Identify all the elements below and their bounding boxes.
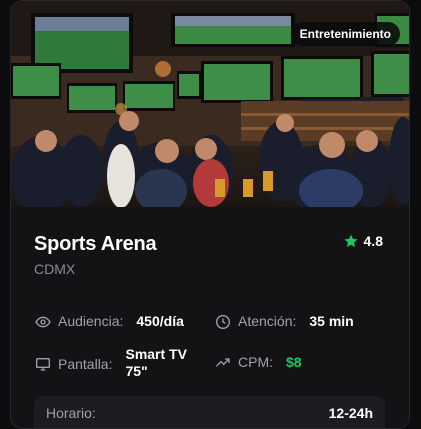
stat-audience: Audiencia: 450/día: [35, 313, 184, 330]
venue-card[interactable]: Entretenimiento Sports Arena CDMX 4.8 Au…: [10, 0, 410, 429]
stat-value: 35 min: [309, 313, 354, 329]
stat-value: 450/día: [136, 313, 184, 329]
schedule-value: 12-24h: [328, 405, 373, 421]
schedule-row: Horario: 12-24h: [34, 396, 385, 428]
venue-title: Sports Arena: [34, 233, 157, 255]
stat-label: Atención:: [238, 313, 297, 329]
star-icon: [343, 234, 358, 248]
eye-icon: [35, 316, 51, 328]
stat-value: $8: [286, 354, 302, 370]
stat-screen: Pantalla: Smart TV 75": [35, 346, 195, 380]
venue-photo: Entretenimiento: [11, 1, 409, 207]
rating: 4.8: [343, 233, 383, 249]
category-badge: Entretenimiento: [290, 22, 400, 46]
stat-label: CPM:: [238, 354, 273, 370]
stat-label: Audiencia:: [58, 313, 124, 329]
stat-cpm: CPM: $8: [215, 354, 302, 371]
stat-value: Smart TV 75": [125, 346, 187, 379]
stat-attention: Atención: 35 min: [215, 313, 354, 330]
stat-label: Pantalla:: [58, 356, 113, 372]
trending-up-icon: [215, 358, 230, 367]
rating-value: 4.8: [363, 233, 383, 249]
clock-icon: [216, 315, 230, 329]
venue-location: CDMX: [34, 261, 76, 277]
schedule-label: Horario:: [46, 405, 96, 421]
monitor-icon: [36, 358, 50, 371]
